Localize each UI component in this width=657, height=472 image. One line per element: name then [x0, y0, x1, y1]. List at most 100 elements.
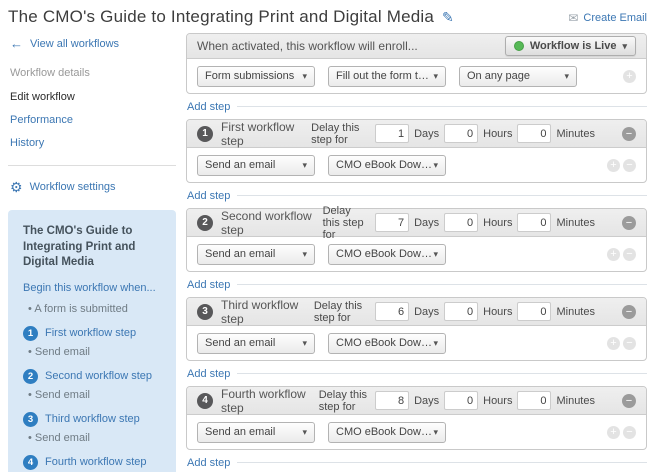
delay-days-input[interactable] — [375, 391, 409, 410]
minutes-label: Minutes — [556, 217, 595, 229]
delay-days-input[interactable] — [375, 124, 409, 143]
workflow-step-panel-3: 3 Third workflow step Delay this step fo… — [186, 297, 647, 361]
create-email-link[interactable]: ✉ Create Email — [568, 11, 647, 25]
email-select-dropdown[interactable]: CMO eBook Downloa... ▾ — [328, 155, 446, 176]
add-action-icon[interactable]: + — [607, 426, 620, 439]
sidebar-item-edit-workflow[interactable]: Edit workflow — [10, 91, 176, 103]
dropdown-value: Send an email — [205, 426, 275, 438]
delay-minutes-input[interactable] — [517, 213, 551, 232]
summary-step-link[interactable]: Third workflow step — [45, 413, 140, 425]
summary-step-link[interactable]: Second workflow step — [45, 370, 152, 382]
delay-prefix-label: Delay this step for — [319, 389, 370, 413]
add-criteria-icon[interactable]: + — [623, 70, 636, 83]
chevron-down-icon: ▾ — [433, 339, 438, 348]
delay-hours-input[interactable] — [444, 213, 478, 232]
enrollment-page-dropdown[interactable]: On any page ▾ — [459, 66, 577, 87]
remove-step-icon[interactable]: − — [622, 127, 636, 141]
create-email-label: Create Email — [583, 12, 647, 24]
summary-step-link[interactable]: Fourth workflow step — [45, 456, 146, 468]
email-select-dropdown[interactable]: CMO eBook Downloa... ▾ — [328, 244, 446, 265]
summary-step: 3 Third workflow step — [23, 412, 161, 427]
days-label: Days — [414, 306, 439, 318]
enrollment-type-dropdown[interactable]: Form submissions ▾ — [197, 66, 315, 87]
add-action-icon[interactable]: + — [607, 248, 620, 261]
delay-prefix-label: Delay this step for — [323, 205, 370, 241]
chevron-down-icon: ▾ — [302, 339, 307, 348]
delay-hours-input[interactable] — [444, 124, 478, 143]
pencil-icon[interactable]: ✎ — [442, 9, 454, 26]
add-action-icon[interactable]: + — [607, 337, 620, 350]
dropdown-value: CMO eBook Downloa... — [336, 159, 433, 171]
add-step-link[interactable]: Add step — [187, 279, 230, 291]
action-type-dropdown[interactable]: Send an email ▾ — [197, 422, 315, 443]
workflow-step-panel-4: 4 Fourth workflow step Delay this step f… — [186, 386, 647, 450]
dropdown-value: CMO eBook Downloa... — [336, 337, 433, 349]
action-type-dropdown[interactable]: Send an email ▾ — [197, 244, 315, 265]
workflow-status-label: Workflow is Live — [530, 40, 617, 52]
email-select-dropdown[interactable]: CMO eBook Downloa... ▾ — [328, 422, 446, 443]
delay-days-input[interactable] — [375, 213, 409, 232]
chevron-down-icon: ▾ — [622, 42, 627, 51]
delay-minutes-input[interactable] — [517, 302, 551, 321]
step-header: 2 Second workflow step Delay this step f… — [187, 209, 646, 237]
days-label: Days — [414, 217, 439, 229]
workflow-step-panel-1: 1 First workflow step Delay this step fo… — [186, 119, 647, 183]
hours-label: Hours — [483, 395, 512, 407]
add-step-rule — [237, 195, 647, 196]
hours-label: Hours — [483, 128, 512, 140]
delay-days-input[interactable] — [375, 302, 409, 321]
minutes-label: Minutes — [556, 306, 595, 318]
step-number-badge: 2 — [197, 215, 213, 231]
workflow-settings-link[interactable]: ⚙ Workflow settings — [10, 180, 176, 194]
add-step-row: Add step — [187, 456, 647, 469]
add-action-icon[interactable]: + — [607, 159, 620, 172]
add-step-row: Add step — [187, 100, 647, 113]
delay-minutes-input[interactable] — [517, 391, 551, 410]
action-type-dropdown[interactable]: Send an email ▾ — [197, 333, 315, 354]
dropdown-value: CMO eBook Downloa... — [336, 426, 433, 438]
back-link-label: View all workflows — [30, 38, 119, 50]
delay-prefix-label: Delay this step for — [311, 122, 370, 146]
email-select-dropdown[interactable]: CMO eBook Downloa... ▾ — [328, 333, 446, 354]
workflow-status-button[interactable]: Workflow is Live ▾ — [505, 36, 636, 56]
remove-action-icon[interactable]: − — [623, 159, 636, 172]
add-step-link[interactable]: Add step — [187, 190, 230, 202]
chevron-down-icon: ▾ — [433, 250, 438, 259]
view-all-workflows-link[interactable]: ← View all workflows — [10, 36, 176, 51]
add-step-link[interactable]: Add step — [187, 457, 230, 469]
step-body: Send an email ▾ CMO eBook Downloa... ▾ +… — [187, 237, 646, 271]
begin-workflow-link[interactable]: Begin this workflow when... — [23, 282, 161, 294]
remove-step-icon[interactable]: − — [622, 394, 636, 408]
hours-label: Hours — [483, 217, 512, 229]
remove-action-icon[interactable]: − — [623, 248, 636, 261]
delay-hours-input[interactable] — [444, 302, 478, 321]
workflow-canvas: When activated, this workflow will enrol… — [186, 33, 647, 472]
enrollment-form-dropdown[interactable]: Fill out the form to do... ▾ — [328, 66, 446, 87]
remove-action-icon[interactable]: − — [623, 426, 636, 439]
summary-title: The CMO's Guide to Integrating Print and… — [23, 224, 161, 271]
add-step-link[interactable]: Add step — [187, 101, 230, 113]
summary-step: 2 Second workflow step — [23, 369, 161, 384]
remove-action-icon[interactable]: − — [623, 337, 636, 350]
topbar: The CMO's Guide to Integrating Print and… — [8, 7, 647, 27]
chevron-down-icon: ▾ — [302, 72, 307, 81]
content-area: ← View all workflows Workflow details Ed… — [8, 33, 647, 472]
delay-minutes-input[interactable] — [517, 124, 551, 143]
remove-step-icon[interactable]: − — [622, 305, 636, 319]
add-step-row: Add step — [187, 189, 647, 202]
add-step-link[interactable]: Add step — [187, 368, 230, 380]
remove-step-icon[interactable]: − — [622, 216, 636, 230]
minutes-label: Minutes — [556, 128, 595, 140]
action-type-dropdown[interactable]: Send an email ▾ — [197, 155, 315, 176]
add-step-rule — [237, 462, 647, 463]
summary-step-link[interactable]: First workflow step — [45, 327, 136, 339]
delay-hours-input[interactable] — [444, 391, 478, 410]
chevron-down-icon: ▾ — [433, 428, 438, 437]
step-body: Send an email ▾ CMO eBook Downloa... ▾ +… — [187, 326, 646, 360]
step-number-badge: 1 — [23, 326, 38, 341]
dropdown-value: On any page — [467, 70, 530, 82]
sidebar-item-performance[interactable]: Performance — [10, 114, 176, 126]
sidebar-item-history[interactable]: History — [10, 137, 176, 149]
delay-controls: Delay this step for Days Hours Minutes — [314, 300, 595, 324]
add-step-row: Add step — [187, 367, 647, 380]
